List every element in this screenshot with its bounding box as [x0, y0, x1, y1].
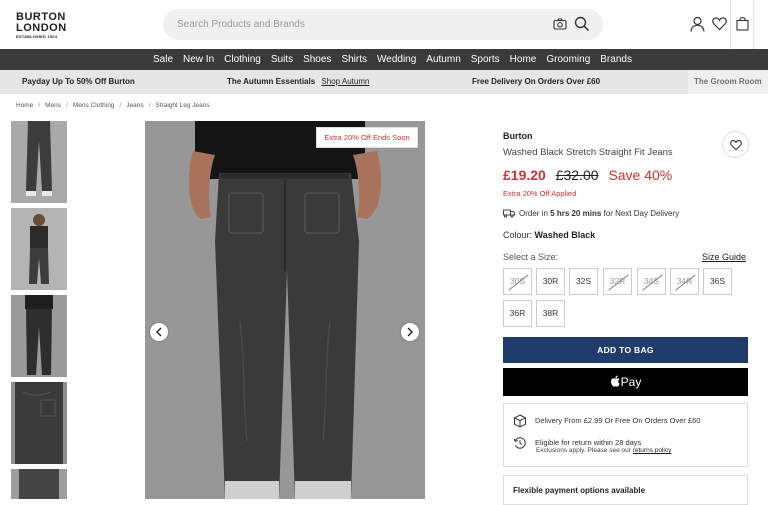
returns-exclusions: Exclusions apply. Please see our — [536, 447, 631, 454]
returns-subtext: Exclusions apply. Please see our returns… — [536, 447, 671, 454]
breadcrumb-separator: / — [38, 102, 41, 109]
product-brand[interactable]: Burton — [503, 131, 533, 141]
chevron-left-icon — [156, 327, 162, 337]
nav-item-brands[interactable]: Brands — [595, 49, 637, 70]
thumbnail-4[interactable] — [11, 382, 67, 464]
returns-clock-icon — [513, 437, 526, 449]
size-option-38r[interactable]: 38R — [536, 300, 565, 327]
price-was: £32.00 — [555, 167, 599, 183]
nav-item-grooming[interactable]: Grooming — [541, 49, 595, 70]
thumbnail-2[interactable] — [11, 208, 67, 290]
apple-pay-button[interactable]: Pay — [503, 368, 748, 396]
flexible-payment-title: Flexible payment options available — [513, 486, 646, 495]
returns-info-row: Eligible for return within 28 days Exclu… — [513, 436, 671, 454]
apple-pay-label: Pay — [620, 375, 642, 389]
promo-payday[interactable]: Payday Up To 50% Off Burton — [22, 77, 135, 86]
breadcrumb-item[interactable]: Straight Leg Jeans — [155, 102, 209, 109]
size-option-32s[interactable]: 32S — [569, 268, 598, 295]
size-option-36s[interactable]: 36S — [703, 268, 732, 295]
wishlist-button[interactable] — [722, 131, 749, 158]
main-nav: Sale New In Clothing Suits Shoes Shirts Weddin… — [0, 49, 768, 70]
returns-policy-link[interactable]: returns policy — [633, 447, 672, 454]
product-main-image — [145, 121, 425, 499]
bag-icon — [736, 16, 749, 36]
add-to-bag-button[interactable]: ADD TO BAG — [503, 337, 748, 363]
size-option-34r[interactable]: 34R — [670, 268, 699, 295]
colour-value: Washed Black — [534, 230, 596, 240]
breadcrumb-item[interactable]: Jeans — [126, 102, 143, 109]
site-header: BURTON LONDON ESTABLISHED 1904 — [0, 0, 768, 49]
size-option-32r[interactable]: 32R — [603, 268, 632, 295]
next-image-button[interactable] — [401, 323, 419, 341]
nav-item-sports[interactable]: Sports — [466, 49, 505, 70]
chevron-right-icon — [407, 327, 413, 337]
search-bar — [163, 9, 603, 40]
promo-fade — [688, 70, 768, 94]
delivery-truck-icon — [503, 209, 515, 218]
size-option-34s[interactable]: 34S — [637, 268, 666, 295]
burton-logo[interactable]: BURTON LONDON ESTABLISHED 1904 — [16, 12, 66, 39]
breadcrumb-separator: / — [148, 102, 151, 109]
shop-autumn-link[interactable]: Shop Autumn — [321, 77, 369, 86]
breadcrumb-item[interactable]: Mens Clothing — [73, 102, 115, 109]
delivery-prefix: Order in — [519, 209, 548, 218]
size-option-36r[interactable]: 36R — [503, 300, 532, 327]
offer-badge: Extra 20% Off Ends Soon — [316, 127, 418, 148]
breadcrumb-separator: / — [119, 102, 122, 109]
apple-logo-icon — [610, 375, 620, 387]
promo-autumn-text: The Autumn Essentials — [227, 77, 316, 86]
thumbnail-1[interactable] — [11, 121, 67, 203]
nav-item-home[interactable]: Home — [505, 49, 542, 70]
promo-autumn: The Autumn Essentials Shop Autumn — [227, 77, 369, 86]
thumbnail-5[interactable] — [11, 469, 67, 499]
size-guide-link[interactable]: Size Guide — [702, 252, 746, 262]
next-day-delivery: Order in 5 hrs 20 mins for Next Day Deli… — [503, 209, 679, 218]
thumbnail-3[interactable] — [11, 295, 67, 377]
heart-icon — [730, 140, 742, 151]
delivery-returns-box: Delivery From £2.99 Or Free On Orders Ov… — [503, 403, 748, 467]
logo-line-3: ESTABLISHED 1904 — [16, 34, 58, 39]
logo-line-2: LONDON — [16, 22, 67, 34]
promo-free-delivery[interactable]: Free Delivery On Orders Over £60 — [472, 77, 600, 86]
bag-button[interactable] — [730, 0, 754, 49]
account-icon[interactable] — [690, 16, 705, 37]
returns-info-text: Eligible for return within 28 days — [535, 437, 642, 447]
heart-icon[interactable] — [712, 16, 727, 36]
delivery-suffix: for Next Day Delivery — [603, 209, 680, 218]
nav-item-new-in[interactable]: New In — [178, 49, 219, 70]
nav-item-clothing[interactable]: Clothing — [219, 49, 266, 70]
size-label: Select a Size: — [503, 252, 559, 262]
size-option-30r[interactable]: 30R — [536, 268, 565, 295]
size-option-30s[interactable]: 30S — [503, 268, 532, 295]
price-saving: Save 40% — [608, 167, 673, 183]
nav-item-autumn[interactable]: Autumn — [421, 49, 465, 70]
search-input[interactable] — [177, 16, 537, 33]
delivery-info-row: Delivery From £2.99 Or Free On Orders Ov… — [513, 414, 700, 428]
breadcrumb-item[interactable]: Mens — [45, 102, 61, 109]
breadcrumb: Home / Mens / Mens Clothing / Jeans / Straight L… — [16, 102, 210, 109]
flexible-payment-box[interactable]: Flexible payment options available — [503, 475, 748, 505]
product-title: Washed Black Stretch Straight Fit Jeans — [503, 147, 673, 158]
prev-image-button[interactable] — [150, 323, 168, 341]
nav-list: Sale New In Clothing Suits Shoes Shirts Weddin… — [148, 49, 637, 70]
promo-strip: Payday Up To 50% Off Burton The Autumn E… — [0, 70, 768, 94]
colour-label: Colour: — [503, 230, 533, 240]
delivery-countdown: 5 hrs 20 mins — [550, 209, 602, 218]
nav-item-shoes[interactable]: Shoes — [298, 49, 336, 70]
price-row: £19.20 £32.00 Save 40% — [503, 167, 672, 183]
camera-icon[interactable] — [553, 17, 567, 36]
extra-offer-text: Extra 20% Off Applied — [503, 189, 577, 198]
nav-item-wedding[interactable]: Wedding — [372, 49, 421, 70]
package-icon — [514, 414, 526, 428]
breadcrumb-separator: / — [66, 102, 68, 109]
breadcrumb-item[interactable]: Home — [16, 102, 33, 109]
nav-item-shirts[interactable]: Shirts — [336, 49, 372, 70]
nav-item-suits[interactable]: Suits — [266, 49, 298, 70]
nav-item-sale[interactable]: Sale — [148, 49, 178, 70]
delivery-info-text: Delivery From £2.99 Or Free On Orders Ov… — [535, 415, 701, 425]
search-icon[interactable] — [574, 16, 590, 37]
colour-row: Colour: Washed Black — [503, 230, 595, 240]
price-now: £19.20 — [503, 167, 546, 183]
